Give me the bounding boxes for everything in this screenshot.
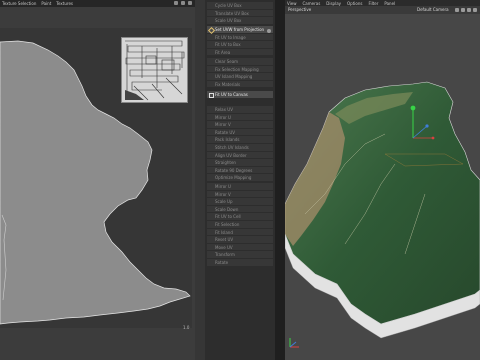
command-group-2: Set UVW from Projection Fit UV to Image Fi… [207, 26, 273, 57]
command-button[interactable]: Move UV [207, 243, 273, 252]
texture-preview-thumbnail[interactable] [121, 37, 188, 103]
command-button[interactable]: Mirror V [207, 121, 273, 129]
command-button[interactable]: Fit UV to Cell [207, 213, 273, 221]
viewport-camera-label[interactable]: Default Camera [417, 7, 449, 12]
command-button[interactable]: Rotate [207, 258, 273, 267]
option-radio[interactable] [267, 29, 271, 33]
command-button[interactable]: Scale UV Box [207, 17, 273, 25]
command-button[interactable]: Clear Seam [207, 58, 273, 66]
menu-view[interactable]: View [287, 1, 297, 6]
command-button[interactable]: Mirror U [207, 113, 273, 122]
move-view-icon[interactable] [455, 8, 459, 12]
viewport-view-label[interactable]: Perspective [288, 7, 311, 12]
command-button[interactable]: Fit Island [207, 228, 273, 237]
command-button[interactable]: Fit UV to Image [207, 33, 273, 42]
command-button[interactable]: Align UV Border [207, 151, 273, 160]
command-button[interactable]: Mirror V [207, 190, 273, 199]
command-button[interactable]: Cycle UV Box [207, 2, 273, 10]
command-button[interactable]: Reset UV [207, 236, 273, 244]
command-button[interactable]: Transform [207, 251, 273, 259]
maximize-icon[interactable] [473, 8, 477, 12]
command-button[interactable]: Relax UV [207, 106, 273, 114]
command-group-3: Clear Seam Fix Selection Mapping UV Island… [207, 58, 273, 89]
command-button[interactable]: Mirror U [207, 183, 273, 191]
panel-edge-strip [195, 0, 205, 360]
command-group-5: Relax UV Mirror U Mirror V Rotate UV Pack Is… [207, 106, 273, 182]
command-button[interactable]: Stitch UV Islands [207, 143, 273, 152]
zoom-view-icon[interactable] [467, 8, 471, 12]
command-button[interactable]: Fix Selection Mapping [207, 65, 273, 74]
command-button[interactable]: Rotate 90 Degrees [207, 166, 273, 175]
uv-editor-panel: Texture Selection Paint Textures 1.0 [0, 0, 195, 360]
command-button[interactable]: Fit Area [207, 48, 273, 57]
command-group-4: Fit UV to Canvas [207, 91, 273, 99]
command-button[interactable]: Pack Islands [207, 136, 273, 144]
command-button[interactable]: Fit UV to Canvas [207, 91, 273, 99]
command-button[interactable]: Optimize Mapping [207, 174, 273, 182]
uv-coordinate-label: 1.0 [183, 325, 190, 330]
menu-options[interactable]: Options [347, 1, 362, 6]
command-group-6: Mirror U Mirror V Scale Up Scale Down Fit UV… [207, 183, 273, 267]
menu-panel[interactable]: Panel [384, 1, 395, 6]
command-button[interactable]: UV Island Mapping [207, 73, 273, 81]
command-button[interactable]: Set UVW from Projection [207, 26, 273, 34]
command-button[interactable]: Fit UV to Box [207, 41, 273, 49]
terrain-model-view[interactable] [285, 14, 480, 360]
rotate-view-icon[interactable] [461, 8, 465, 12]
command-button[interactable]: Straighten [207, 159, 273, 167]
viewport-nav-icons [455, 8, 477, 12]
menu-cameras[interactable]: Cameras [303, 1, 321, 6]
command-button[interactable]: Scale Up [207, 198, 273, 206]
panel-divider[interactable] [275, 0, 285, 360]
viewport-toolbar [285, 6, 480, 14]
command-button[interactable]: Translate UV Box [207, 9, 273, 18]
command-group-1: Cycle UV Box Translate UV Box Scale UV Box [207, 2, 273, 25]
canvas-group-icon [209, 93, 214, 98]
command-button[interactable]: Fix Materials [207, 80, 273, 89]
viewport-panel: View Cameras Display Options Filter Pane… [285, 0, 480, 360]
menu-filter[interactable]: Filter [368, 1, 378, 6]
command-button[interactable]: Rotate UV [207, 128, 273, 137]
command-button[interactable]: Fit Selection [207, 220, 273, 229]
menu-display[interactable]: Display [326, 1, 341, 6]
command-button[interactable]: Scale Down [207, 205, 273, 214]
axis-orientation-icon [289, 338, 299, 348]
